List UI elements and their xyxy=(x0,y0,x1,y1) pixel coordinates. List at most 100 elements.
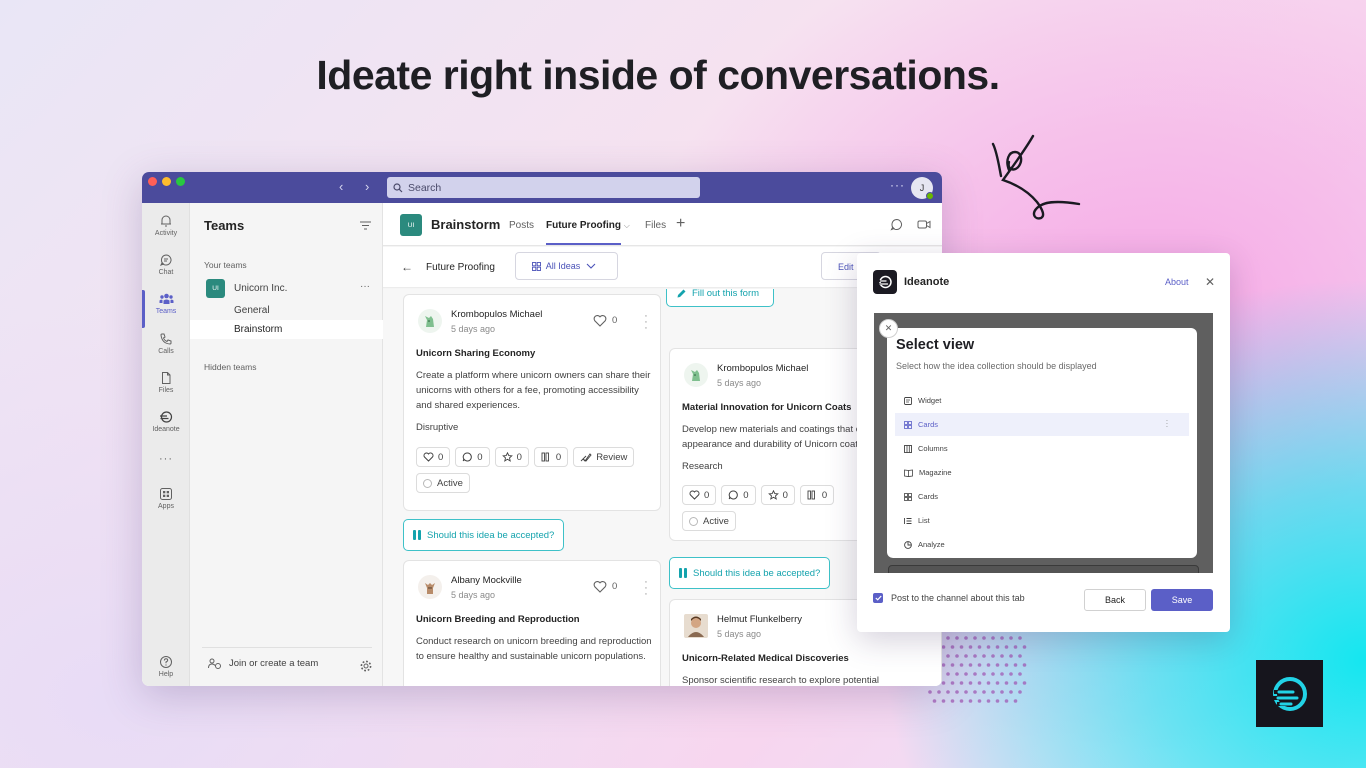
view-option-analyze[interactable]: Analyze xyxy=(895,533,1189,556)
dot xyxy=(995,663,1000,667)
author-name[interactable]: Krombopulos Michael xyxy=(717,363,808,374)
view-option-cards-selected[interactable]: Cards · · · xyxy=(895,413,1189,436)
like-button[interactable]: 0 xyxy=(593,580,617,593)
status-badge[interactable]: Active xyxy=(416,473,470,493)
idea-card[interactable]: Krombopulos Michael 5 days ago 0 · · · Uni… xyxy=(403,294,661,511)
channel-brainstorm[interactable]: Brainstorm xyxy=(190,320,383,339)
filter-icon[interactable] xyxy=(360,221,371,230)
comment-chip[interactable]: 0 xyxy=(455,447,490,467)
gear-icon[interactable] xyxy=(360,660,372,672)
option-more-icon[interactable]: · · · xyxy=(1165,417,1169,431)
dialog-title: Ideanote xyxy=(904,276,950,288)
search-input[interactable]: Search xyxy=(387,177,700,198)
maximize-window-button[interactable] xyxy=(176,177,185,186)
dot xyxy=(991,672,995,676)
rail-item-calls[interactable]: Calls xyxy=(142,332,190,355)
back-arrow-icon[interactable]: ← xyxy=(401,260,413,274)
like-count: 0 xyxy=(612,581,618,592)
view-option-list[interactable]: List xyxy=(895,509,1189,532)
vote-chip[interactable]: 0 xyxy=(799,485,835,505)
dot xyxy=(950,681,955,685)
view-option-cards[interactable]: Cards xyxy=(895,485,1189,508)
author-name[interactable]: Albany Mockville xyxy=(451,575,522,586)
check-icon xyxy=(874,595,882,601)
view-option-columns[interactable]: Columns xyxy=(895,437,1189,460)
save-button[interactable]: Save xyxy=(1151,589,1213,611)
should-accept-button[interactable]: Should this idea be accepted? xyxy=(403,519,565,551)
user-avatar[interactable]: J xyxy=(911,177,934,200)
fill-out-form-button[interactable]: Fill out this form xyxy=(666,289,774,307)
rail-item-teams[interactable]: Teams xyxy=(142,290,190,328)
dot xyxy=(982,690,986,694)
author-name[interactable]: Krombopulos Michael xyxy=(451,309,542,320)
divider xyxy=(202,647,372,648)
dot xyxy=(1018,636,1022,640)
status-badge[interactable]: Active xyxy=(682,511,736,531)
dot xyxy=(1009,636,1013,640)
rail-item-files[interactable]: Files xyxy=(142,371,190,394)
pause-icon-bar xyxy=(418,530,421,540)
like-chip[interactable]: 0 xyxy=(682,485,717,505)
team-unicorn-inc[interactable]: UI Unicorn Inc. xyxy=(206,279,287,298)
author-name[interactable]: Helmut Flunkelberry xyxy=(717,614,802,625)
view-option-label: Columns xyxy=(918,444,948,453)
history-nav[interactable]: ‹ › xyxy=(339,179,378,194)
tab-posts[interactable]: Posts xyxy=(509,220,534,231)
should-accept-label: Should this idea be accepted? xyxy=(693,567,821,579)
hidden-teams-label[interactable]: Hidden teams xyxy=(204,362,256,372)
unicorn-avatar-icon xyxy=(691,370,700,381)
rail-item-activity[interactable]: Activity xyxy=(142,214,190,237)
about-link[interactable]: About xyxy=(1165,277,1189,287)
dot xyxy=(1004,699,1009,703)
tab-files[interactable]: Files xyxy=(645,220,666,231)
should-accept-button[interactable]: Should this idea be accepted? xyxy=(669,557,831,589)
active-tab-indicator xyxy=(546,243,621,245)
card-more-icon[interactable]: · · · xyxy=(643,311,649,334)
team-more-button[interactable]: ··· xyxy=(360,281,370,292)
close-window-button[interactable] xyxy=(148,177,157,186)
minimize-window-button[interactable] xyxy=(162,177,171,186)
rail-item-apps[interactable]: Apps xyxy=(142,487,190,510)
view-option-label: Magazine xyxy=(919,468,952,477)
star-chip[interactable]: 0 xyxy=(760,485,795,505)
like-chip[interactable]: 0 xyxy=(416,447,451,467)
rail-item-chat[interactable]: Chat xyxy=(142,253,190,276)
likes-count: 0 xyxy=(704,489,710,501)
channel-general[interactable]: General xyxy=(190,301,383,320)
view-option-magazine[interactable]: Magazine xyxy=(895,461,1189,484)
like-button[interactable]: 0 xyxy=(593,314,617,327)
all-ideas-dropdown[interactable]: All Ideas xyxy=(515,252,618,280)
post-to-channel-checkbox[interactable] xyxy=(873,593,883,603)
post-to-channel-label[interactable]: Post to the channel about this tab xyxy=(891,593,1025,603)
idea-title: Unicorn Breeding and Reproduction xyxy=(416,614,580,625)
vote-chip[interactable]: 0 xyxy=(533,447,569,467)
tab-label: Future Proofing xyxy=(546,220,621,231)
view-option-label: Analyze xyxy=(918,540,945,549)
close-icon[interactable]: ✕ xyxy=(1205,275,1215,289)
conversation-icon[interactable] xyxy=(890,218,903,231)
likes-count: 0 xyxy=(438,451,444,463)
card-more-icon[interactable]: · · · xyxy=(643,577,649,600)
rail-label: Calls xyxy=(158,348,174,355)
rail-label: Help xyxy=(158,671,174,678)
close-icon[interactable]: ✕ xyxy=(879,319,898,338)
votes-count: 0 xyxy=(821,489,828,501)
more-options-button[interactable]: ··· xyxy=(890,178,905,192)
comment-chip[interactable]: 0 xyxy=(721,485,756,505)
join-create-team-button[interactable]: Join or create a team xyxy=(208,658,318,669)
rail-item-help[interactable]: Help xyxy=(142,655,190,678)
dot xyxy=(959,663,964,667)
collection-title: Future Proofing xyxy=(426,262,495,273)
review-button[interactable]: Review xyxy=(573,447,635,467)
view-option-widget[interactable]: Widget xyxy=(895,389,1189,412)
star-chip[interactable]: 0 xyxy=(494,447,529,467)
add-tab-button[interactable]: + xyxy=(676,215,685,233)
comment-icon xyxy=(729,490,739,500)
rail-item-more[interactable]: ··· xyxy=(142,453,190,465)
dot xyxy=(1009,672,1013,676)
rail-item-ideanote[interactable]: Ideanote xyxy=(142,410,190,433)
idea-card[interactable]: Albany Mockville 5 days ago 0 · · · Unicor… xyxy=(403,560,661,686)
video-call-icon[interactable] xyxy=(917,218,931,231)
back-button[interactable]: Back xyxy=(1084,589,1146,611)
tab-future-proofing[interactable]: Future Proofing ⌵ xyxy=(546,220,630,231)
